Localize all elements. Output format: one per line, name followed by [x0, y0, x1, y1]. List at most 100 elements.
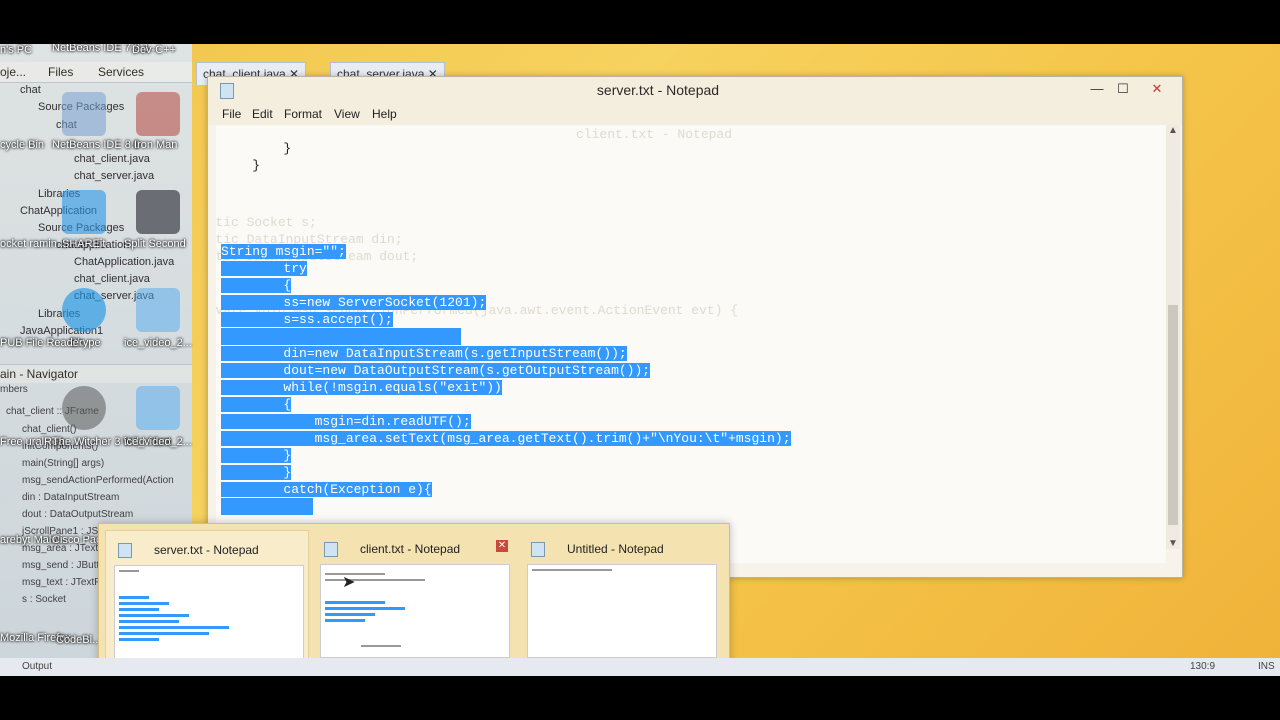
desktop-icon-label[interactable]: Iron Man [134, 139, 177, 151]
split-second-icon[interactable] [136, 190, 180, 234]
desktop-icon-label[interactable]: arebyt Malw... [0, 534, 68, 546]
selected-code-text: msg_area.setText(msg_area.getText().trim… [221, 431, 791, 446]
tree-item[interactable]: chat [20, 84, 41, 96]
desktop-icon-label[interactable]: cycle Bin [0, 139, 44, 151]
menu-format[interactable]: Format [284, 107, 322, 121]
iron-man-icon[interactable] [136, 92, 180, 136]
nav-item[interactable]: mbers [0, 384, 28, 395]
code-line: } [221, 447, 292, 464]
title-bar[interactable]: server.txt - Notepad — ☐ ✕ [208, 77, 1182, 103]
shareit-icon[interactable] [62, 190, 106, 234]
thumbnail-server[interactable]: server.txt - Notepad [105, 530, 309, 664]
desktop-icon-label[interactable]: The Witcher 3 Wild Hunt [52, 436, 171, 448]
preview-line [119, 602, 169, 605]
desktop-icon-label[interactable]: PUB File Reader [0, 337, 83, 349]
nav-item[interactable]: din : DataInputStream [22, 492, 119, 503]
desktop-icon-label[interactable]: Mozilla Firefox [0, 632, 71, 644]
scroll-up-arrow-icon[interactable]: ▲ [1166, 125, 1180, 136]
desktop-icon-label[interactable]: n's PC [0, 44, 32, 56]
nav-item[interactable]: s : Socket [22, 594, 66, 605]
selection-tail [221, 498, 313, 515]
desktop-icon-label[interactable]: Dev-C++ [132, 44, 176, 56]
desktop-icon-label[interactable]: Split Second [124, 238, 186, 250]
selected-code-text: { [221, 397, 292, 412]
selected-code-text: din=new DataInputStream(s.getInputStream… [221, 346, 627, 361]
desktop-icon-label[interactable]: Cisco Pack... [52, 534, 116, 546]
output-tab[interactable]: Output [22, 661, 52, 672]
code-line: s=ss.accept(); [221, 311, 393, 328]
desktop-icon-label[interactable]: ice_video_2... [124, 337, 192, 349]
close-thumbnail-button[interactable]: ✕ [496, 540, 508, 552]
netbeans-ide-icon[interactable] [62, 92, 106, 136]
tree-item[interactable]: chat_client.java [74, 273, 150, 285]
maximize-button[interactable]: ☐ [1110, 79, 1136, 99]
taskbar-thumbnails: server.txt - Notepad client.txt - Notepa… [98, 523, 730, 671]
preview-line [119, 596, 149, 599]
tab-services[interactable]: Services [98, 65, 144, 79]
thumbnail-title: client.txt - Notepad [360, 542, 461, 556]
tree-item[interactable]: chat_server.java [74, 170, 154, 182]
insert-mode: INS [1258, 661, 1275, 672]
code-line: din=new DataInputStream(s.getInputStream… [221, 345, 627, 362]
preview-line [119, 638, 159, 641]
desktop-icon-label[interactable]: CodeBl... [56, 634, 101, 646]
thumbnail-preview [114, 565, 304, 659]
selected-code-text [221, 328, 461, 345]
nav-item[interactable]: dout : DataOutputStream [22, 509, 133, 520]
tab-files[interactable]: Files [48, 65, 73, 79]
scroll-down-arrow-icon[interactable]: ▼ [1166, 538, 1180, 549]
desktop-screen: oje... Files Services chat Source Packag… [0, 44, 1280, 676]
thumbnail-preview [527, 564, 717, 658]
preview-line [361, 645, 401, 647]
code-line: msg_area.setText(msg_area.getText().trim… [221, 430, 791, 447]
code-line: try [221, 260, 307, 277]
selected-code-text: while(!msgin.equals("exit")) [221, 380, 502, 395]
desktop-icon-label[interactable]: NetBeans IDE 8.0 [52, 139, 140, 151]
code-line: ss=new ServerSocket(1201); [221, 294, 487, 311]
selected-code-text: dout=new DataOutputStream(s.getOutputStr… [221, 363, 651, 378]
scrollbar-thumb[interactable] [1168, 305, 1178, 525]
menu-file[interactable]: File [222, 107, 241, 121]
close-button[interactable]: ✕ [1144, 79, 1170, 99]
witcher-icon[interactable] [62, 386, 106, 430]
preview-line [119, 626, 229, 629]
code-line: catch(Exception e){ [221, 481, 432, 498]
text-editor[interactable]: client.txt - Notepad static Socket s; st… [216, 125, 1166, 563]
code-text: } [221, 141, 292, 156]
ghost-text: static Socket s; [216, 215, 317, 230]
netbeans-status-bar: Output 130:9 INS [0, 658, 1280, 676]
mouse-cursor-icon: ➤ [342, 574, 356, 591]
selected-code-text: ss=new ServerSocket(1201); [221, 295, 487, 310]
navigator-header: ain - Navigator [0, 364, 192, 383]
preview-line [325, 579, 425, 581]
window-title: server.txt - Notepad [596, 82, 720, 98]
desktop-icon-label[interactable]: ice_video_2... [124, 436, 192, 448]
thumbnail-title: Untitled - Notepad [567, 542, 664, 556]
tree-item[interactable]: chat_client.java [74, 153, 150, 165]
menu-view[interactable]: View [334, 107, 360, 121]
vertical-scrollbar[interactable]: ▲ ▼ [1166, 125, 1180, 549]
tab-projects[interactable]: oje... [0, 65, 26, 79]
code-line: { [221, 396, 292, 413]
desktop-icon-label[interactable]: Free uralRea... [0, 436, 73, 448]
code-line: } [221, 464, 292, 481]
preview-line [119, 620, 179, 623]
desktop-icon-label[interactable]: SHAREit [62, 238, 105, 250]
video-file-icon[interactable] [136, 288, 180, 332]
preview-line [325, 613, 375, 616]
thumbnail-client[interactable]: client.txt - Notepad ✕ ➤ [312, 530, 514, 662]
nav-item[interactable]: main(String[] args) [22, 458, 104, 469]
skype-icon[interactable] [62, 288, 106, 332]
nav-item[interactable]: chat_client() [22, 424, 76, 435]
code-line [221, 498, 313, 520]
thumbnail-untitled[interactable]: Untitled - Notepad [519, 530, 721, 662]
minimize-button[interactable]: — [1084, 79, 1110, 99]
desktop-icon-label[interactable]: ocket ramin... [0, 238, 66, 250]
menu-help[interactable]: Help [372, 107, 397, 121]
video-file-icon[interactable] [136, 386, 180, 430]
desktop-icon-label[interactable]: NetBeans IDE 7.2.1 [52, 44, 149, 54]
preview-line [325, 607, 405, 610]
menu-edit[interactable]: Edit [252, 107, 273, 121]
nav-item[interactable]: msg_sendActionPerformed(Action [22, 475, 174, 486]
tree-item[interactable]: ChatApplication.java [74, 256, 174, 268]
